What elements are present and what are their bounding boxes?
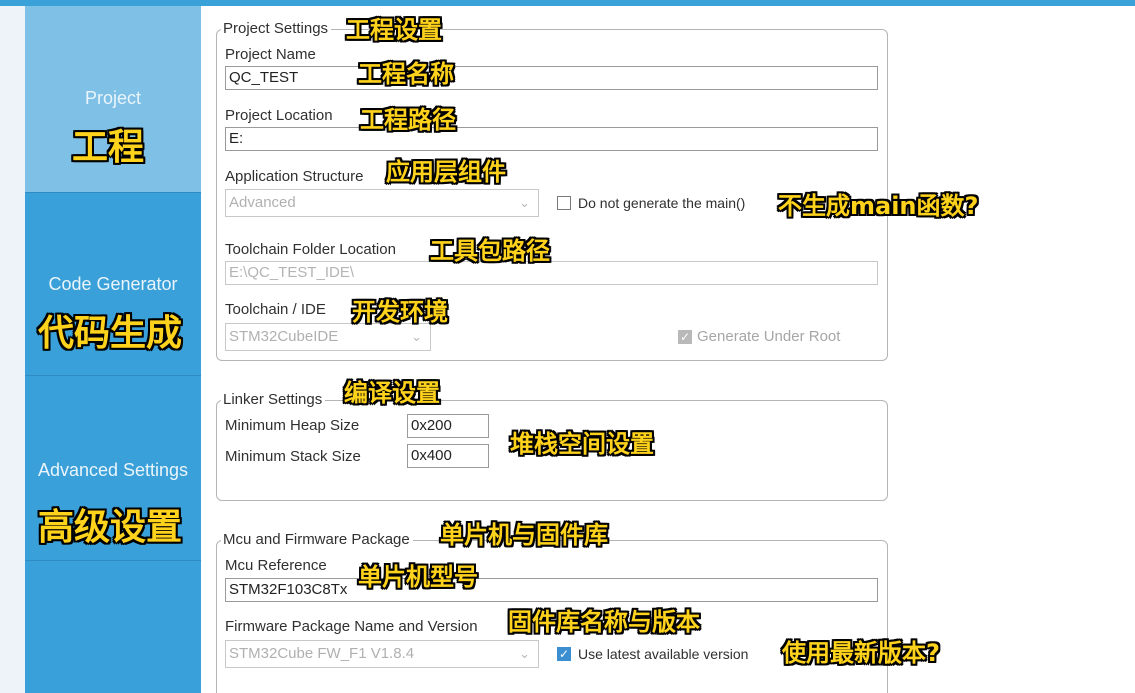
annotation-project: 工程 xyxy=(72,127,145,168)
application-structure-label: Application Structure xyxy=(225,168,364,185)
project-name-label: Project Name xyxy=(225,46,316,63)
firmware-package-value: STM32Cube FW_F1 V1.8.4 xyxy=(229,645,415,662)
annotation-use-latest: 使用最新版本? xyxy=(782,639,940,667)
toolchain-folder-label: Toolchain Folder Location xyxy=(225,241,396,258)
sidebar-item-label: Advanced Settings xyxy=(37,460,189,480)
project-location-input[interactable]: E: xyxy=(225,127,878,151)
no-main-checkbox[interactable] xyxy=(557,196,571,210)
toolchain-ide-select[interactable]: STM32CubeIDE ⌄ xyxy=(225,323,431,351)
sidebar-divider xyxy=(25,560,201,561)
application-structure-value: Advanced xyxy=(229,194,296,211)
mcu-package-legend: Mcu and Firmware Package xyxy=(221,531,413,548)
stack-size-input[interactable]: 0x400 xyxy=(407,444,489,468)
chevron-down-icon: ⌄ xyxy=(411,329,422,344)
project-location-label: Project Location xyxy=(225,107,333,124)
toolchain-ide-label: Toolchain / IDE xyxy=(225,301,326,318)
annotation-mcu-package: 单片机与固件库 xyxy=(440,521,608,549)
annotation-no-main: 不生成main函数? xyxy=(778,192,979,220)
no-main-label: Do not generate the main() xyxy=(578,195,746,211)
toolchain-ide-value: STM32CubeIDE xyxy=(229,328,339,345)
stack-size-label: Minimum Stack Size xyxy=(225,448,361,465)
annotation-project-settings: 工程设置 xyxy=(346,16,442,44)
application-structure-select[interactable]: Advanced ⌄ xyxy=(225,189,539,217)
annotation-project-location: 工程路径 xyxy=(360,106,456,134)
annotation-application-structure: 应用层组件 xyxy=(386,158,506,186)
heap-size-label: Minimum Heap Size xyxy=(225,417,360,434)
annotation-code-generator: 代码生成 xyxy=(38,313,183,354)
annotation-linker-settings: 编译设置 xyxy=(344,379,440,407)
window-left-margin xyxy=(0,6,25,693)
firmware-package-label: Firmware Package Name and Version xyxy=(225,618,478,635)
generate-under-root-label: Generate Under Root xyxy=(697,328,841,345)
annotation-advanced-settings: 高级设置 xyxy=(38,507,183,548)
toolchain-folder-input[interactable]: E:\QC_TEST_IDE\ xyxy=(225,261,878,285)
mcu-reference-label: Mcu Reference xyxy=(225,557,327,574)
annotation-toolchain-folder: 工具包路径 xyxy=(430,237,550,265)
heap-size-input[interactable]: 0x200 xyxy=(407,414,489,438)
use-latest-checkbox[interactable]: ✓ xyxy=(557,647,571,661)
linker-settings-legend: Linker Settings xyxy=(221,391,326,408)
sidebar-item-label: Project xyxy=(84,88,142,108)
annotation-project-name: 工程名称 xyxy=(358,60,454,88)
generate-under-root-checkbox[interactable]: ✓ xyxy=(678,330,692,344)
annotation-firmware-package: 固件库名称与版本 xyxy=(508,608,700,636)
chevron-down-icon: ⌄ xyxy=(519,646,530,661)
mcu-reference-input[interactable]: STM32F103C8Tx xyxy=(225,578,878,602)
settings-panel: Project Settings Project Name QC_TEST Pr… xyxy=(201,6,1135,693)
use-latest-label: Use latest available version xyxy=(578,646,749,662)
annotation-toolchain-ide: 开发环境 xyxy=(352,298,448,326)
project-settings-legend: Project Settings xyxy=(221,20,332,37)
project-name-input[interactable]: QC_TEST xyxy=(225,66,878,90)
sidebar-item-label: Code Generator xyxy=(48,274,178,294)
firmware-package-select[interactable]: STM32Cube FW_F1 V1.8.4 ⌄ xyxy=(225,640,539,668)
annotation-heap-stack: 堆栈空间设置 xyxy=(510,430,654,458)
chevron-down-icon: ⌄ xyxy=(519,195,530,210)
annotation-mcu-reference: 单片机型号 xyxy=(358,563,478,591)
